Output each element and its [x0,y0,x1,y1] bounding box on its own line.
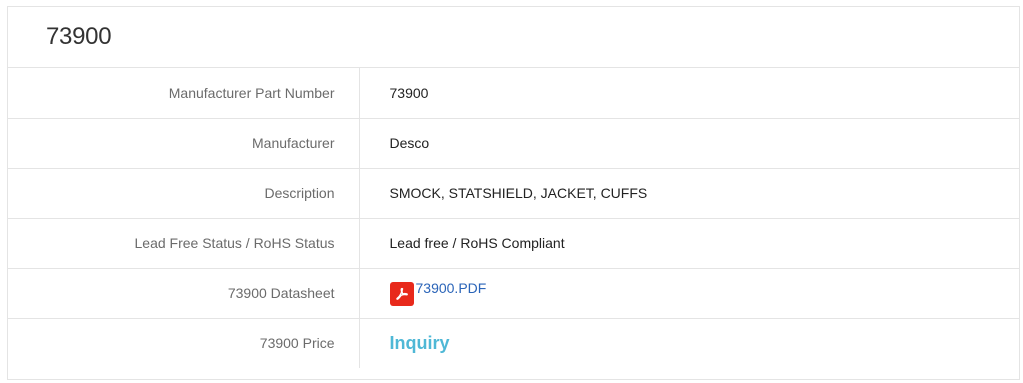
table-row: 73900 Price Inquiry [8,317,1019,368]
datasheet-filename[interactable]: 73900.PDF [416,280,487,296]
table-row: Manufacturer Part Number 73900 [8,68,1019,118]
row-value-rohs: Lead free / RoHS Compliant [359,217,1019,268]
table-row: Manufacturer Desco [8,117,1019,168]
inquiry-link[interactable]: Inquiry [390,333,450,353]
product-spec-panel: 73900 Manufacturer Part Number 73900 Man… [7,6,1020,380]
table-row: Description SMOCK, STATSHIELD, JACKET, C… [8,167,1019,218]
row-label-description: Description [8,167,360,218]
pdf-icon[interactable] [389,282,414,306]
product-title: 73900 [8,7,1019,68]
row-value-manufacturer: Desco [359,117,1019,168]
row-value-description: SMOCK, STATSHIELD, JACKET, CUFFS [359,167,1019,218]
row-label-datasheet: 73900 Datasheet [8,267,360,318]
spec-table: Manufacturer Part Number 73900 Manufactu… [8,68,1019,368]
table-row: Lead Free Status / RoHS Status Lead free… [8,217,1019,268]
row-label-price: 73900 Price [8,317,360,368]
row-value-price: Inquiry [359,317,1019,368]
row-label-part-number: Manufacturer Part Number [8,68,360,118]
row-value-part-number: 73900 [389,84,429,101]
row-value-datasheet: 73900.PDF [359,267,1019,318]
datasheet-link[interactable]: 73900.PDF [389,280,487,306]
row-label-manufacturer: Manufacturer [8,117,360,168]
table-row: 73900 Datasheet 73900.PDF [8,267,1019,318]
row-label-rohs: Lead Free Status / RoHS Status [8,217,360,268]
